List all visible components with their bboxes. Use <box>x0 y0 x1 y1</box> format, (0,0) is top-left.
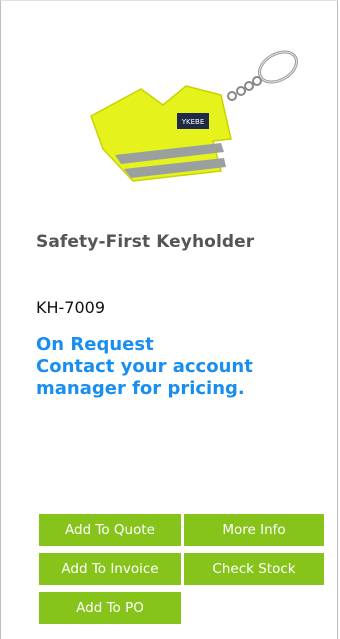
add-to-quote-button[interactable]: Add To Quote <box>39 514 181 546</box>
vest-logo-text: YKEBE <box>181 118 205 126</box>
product-sku: KH-7009 <box>36 298 106 317</box>
add-to-po-button[interactable]: Add To PO <box>39 592 181 624</box>
product-name[interactable]: Safety-First Keyholder <box>36 232 254 252</box>
safety-vest-keyholder-icon: YKEBE <box>90 50 298 182</box>
check-stock-button[interactable]: Check Stock <box>184 553 324 585</box>
availability-status: On Request <box>36 334 154 355</box>
more-info-button[interactable]: More Info <box>184 514 324 546</box>
add-to-invoice-button[interactable]: Add To Invoice <box>39 553 181 585</box>
product-image[interactable]: YKEBE <box>71 31 316 191</box>
product-card: YKEBE Safety-First Keyholder KH-7009 On … <box>0 0 338 639</box>
pricing-note: Contact your account manager for pricing… <box>36 356 253 399</box>
